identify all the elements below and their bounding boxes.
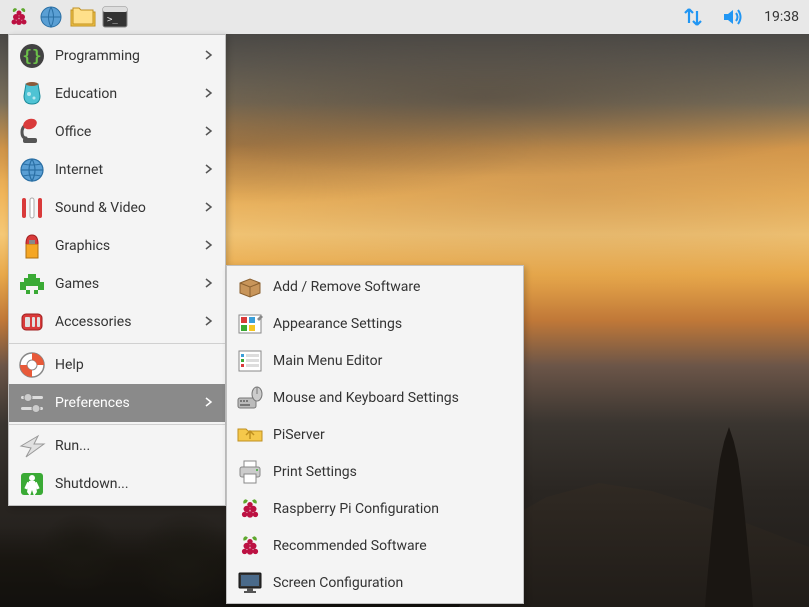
- volume-icon[interactable]: [718, 3, 748, 31]
- taskbar: >_ 19:38: [0, 0, 809, 34]
- help-icon: [17, 350, 47, 380]
- submenu-item-appearance[interactable]: Appearance Settings: [227, 305, 523, 342]
- shutdown-icon: [17, 469, 47, 499]
- web-browser-launcher[interactable]: [36, 3, 66, 31]
- menu-item-sound-video[interactable]: Sound & Video: [9, 189, 225, 227]
- office-icon: [17, 117, 47, 147]
- games-icon: [17, 269, 47, 299]
- submenu-item-label: Mouse and Keyboard Settings: [273, 390, 515, 406]
- submenu-item-recommended-software[interactable]: Recommended Software: [227, 527, 523, 564]
- chevron-right-icon: [205, 126, 217, 138]
- package-icon: [235, 272, 265, 302]
- submenu-item-screen-config[interactable]: Screen Configuration: [227, 564, 523, 601]
- menu-item-label: Run...: [55, 438, 217, 454]
- menu-item-help[interactable]: Help: [9, 346, 225, 384]
- submenu-item-mouse-keyboard[interactable]: Mouse and Keyboard Settings: [227, 379, 523, 416]
- menu-divider: [9, 424, 225, 425]
- run-icon: [17, 431, 47, 461]
- menu-item-office[interactable]: Office: [9, 113, 225, 151]
- menu-item-games[interactable]: Games: [9, 265, 225, 303]
- menu-item-label: Accessories: [55, 314, 205, 330]
- chevron-right-icon: [205, 316, 217, 328]
- accessories-icon: [17, 307, 47, 337]
- menu-item-internet[interactable]: Internet: [9, 151, 225, 189]
- taskbar-tray: 19:38: [678, 3, 805, 31]
- submenu-item-add-remove-software[interactable]: Add / Remove Software: [227, 268, 523, 305]
- raspberry-icon: [235, 494, 265, 524]
- menu-item-shutdown[interactable]: Shutdown...: [9, 465, 225, 503]
- chevron-right-icon: [205, 397, 217, 409]
- preferences-submenu: Add / Remove Software Appearance Setting…: [226, 265, 524, 604]
- chevron-right-icon: [205, 164, 217, 176]
- preferences-icon: [17, 388, 47, 418]
- education-icon: [17, 79, 47, 109]
- raspberry-menu-button[interactable]: [4, 3, 34, 31]
- submenu-item-label: Appearance Settings: [273, 316, 515, 332]
- taskbar-launchers: >_: [4, 3, 130, 31]
- graphics-icon: [17, 231, 47, 261]
- raspberry-icon: [235, 531, 265, 561]
- main-menu: {} Programming Education Office Internet…: [8, 34, 226, 506]
- submenu-item-menu-editor[interactable]: Main Menu Editor: [227, 342, 523, 379]
- menu-item-label: Education: [55, 86, 205, 102]
- programming-icon: {}: [17, 41, 47, 71]
- submenu-item-label: Screen Configuration: [273, 575, 515, 591]
- menu-divider: [9, 343, 225, 344]
- file-manager-launcher[interactable]: [68, 3, 98, 31]
- clock[interactable]: 19:38: [758, 9, 805, 25]
- submenu-item-label: Main Menu Editor: [273, 353, 515, 369]
- submenu-item-label: Print Settings: [273, 464, 515, 480]
- chevron-right-icon: [205, 278, 217, 290]
- menu-item-preferences[interactable]: Preferences: [9, 384, 225, 422]
- chevron-right-icon: [205, 50, 217, 62]
- terminal-launcher[interactable]: >_: [100, 3, 130, 31]
- menu-item-label: Shutdown...: [55, 476, 217, 492]
- submenu-item-label: Add / Remove Software: [273, 279, 515, 295]
- chevron-right-icon: [205, 202, 217, 214]
- network-icon[interactable]: [678, 3, 708, 31]
- menu-item-label: Preferences: [55, 395, 205, 411]
- screen-icon: [235, 568, 265, 598]
- menu-item-label: Help: [55, 357, 217, 373]
- menu-item-label: Internet: [55, 162, 205, 178]
- sound-video-icon: [17, 193, 47, 223]
- menu-item-education[interactable]: Education: [9, 75, 225, 113]
- menu-item-programming[interactable]: {} Programming: [9, 37, 225, 75]
- menu-editor-icon: [235, 346, 265, 376]
- menu-item-label: Office: [55, 124, 205, 140]
- menu-item-label: Games: [55, 276, 205, 292]
- menu-item-label: Sound & Video: [55, 200, 205, 216]
- submenu-item-label: Recommended Software: [273, 538, 515, 554]
- submenu-item-label: PiServer: [273, 427, 515, 443]
- submenu-item-label: Raspberry Pi Configuration: [273, 501, 515, 517]
- svg-text:>_: >_: [107, 15, 118, 25]
- menu-item-run[interactable]: Run...: [9, 427, 225, 465]
- chevron-right-icon: [205, 240, 217, 252]
- menu-item-label: Graphics: [55, 238, 205, 254]
- appearance-icon: [235, 309, 265, 339]
- menu-item-label: Programming: [55, 48, 205, 64]
- menu-item-accessories[interactable]: Accessories: [9, 303, 225, 341]
- piserver-icon: [235, 420, 265, 450]
- menu-item-graphics[interactable]: Graphics: [9, 227, 225, 265]
- submenu-item-rpi-config[interactable]: Raspberry Pi Configuration: [227, 490, 523, 527]
- internet-icon: [17, 155, 47, 185]
- chevron-right-icon: [205, 88, 217, 100]
- submenu-item-piserver[interactable]: PiServer: [227, 416, 523, 453]
- mouse-keyboard-icon: [235, 383, 265, 413]
- submenu-item-print[interactable]: Print Settings: [227, 453, 523, 490]
- svg-text:{}: {}: [22, 46, 41, 65]
- print-icon: [235, 457, 265, 487]
